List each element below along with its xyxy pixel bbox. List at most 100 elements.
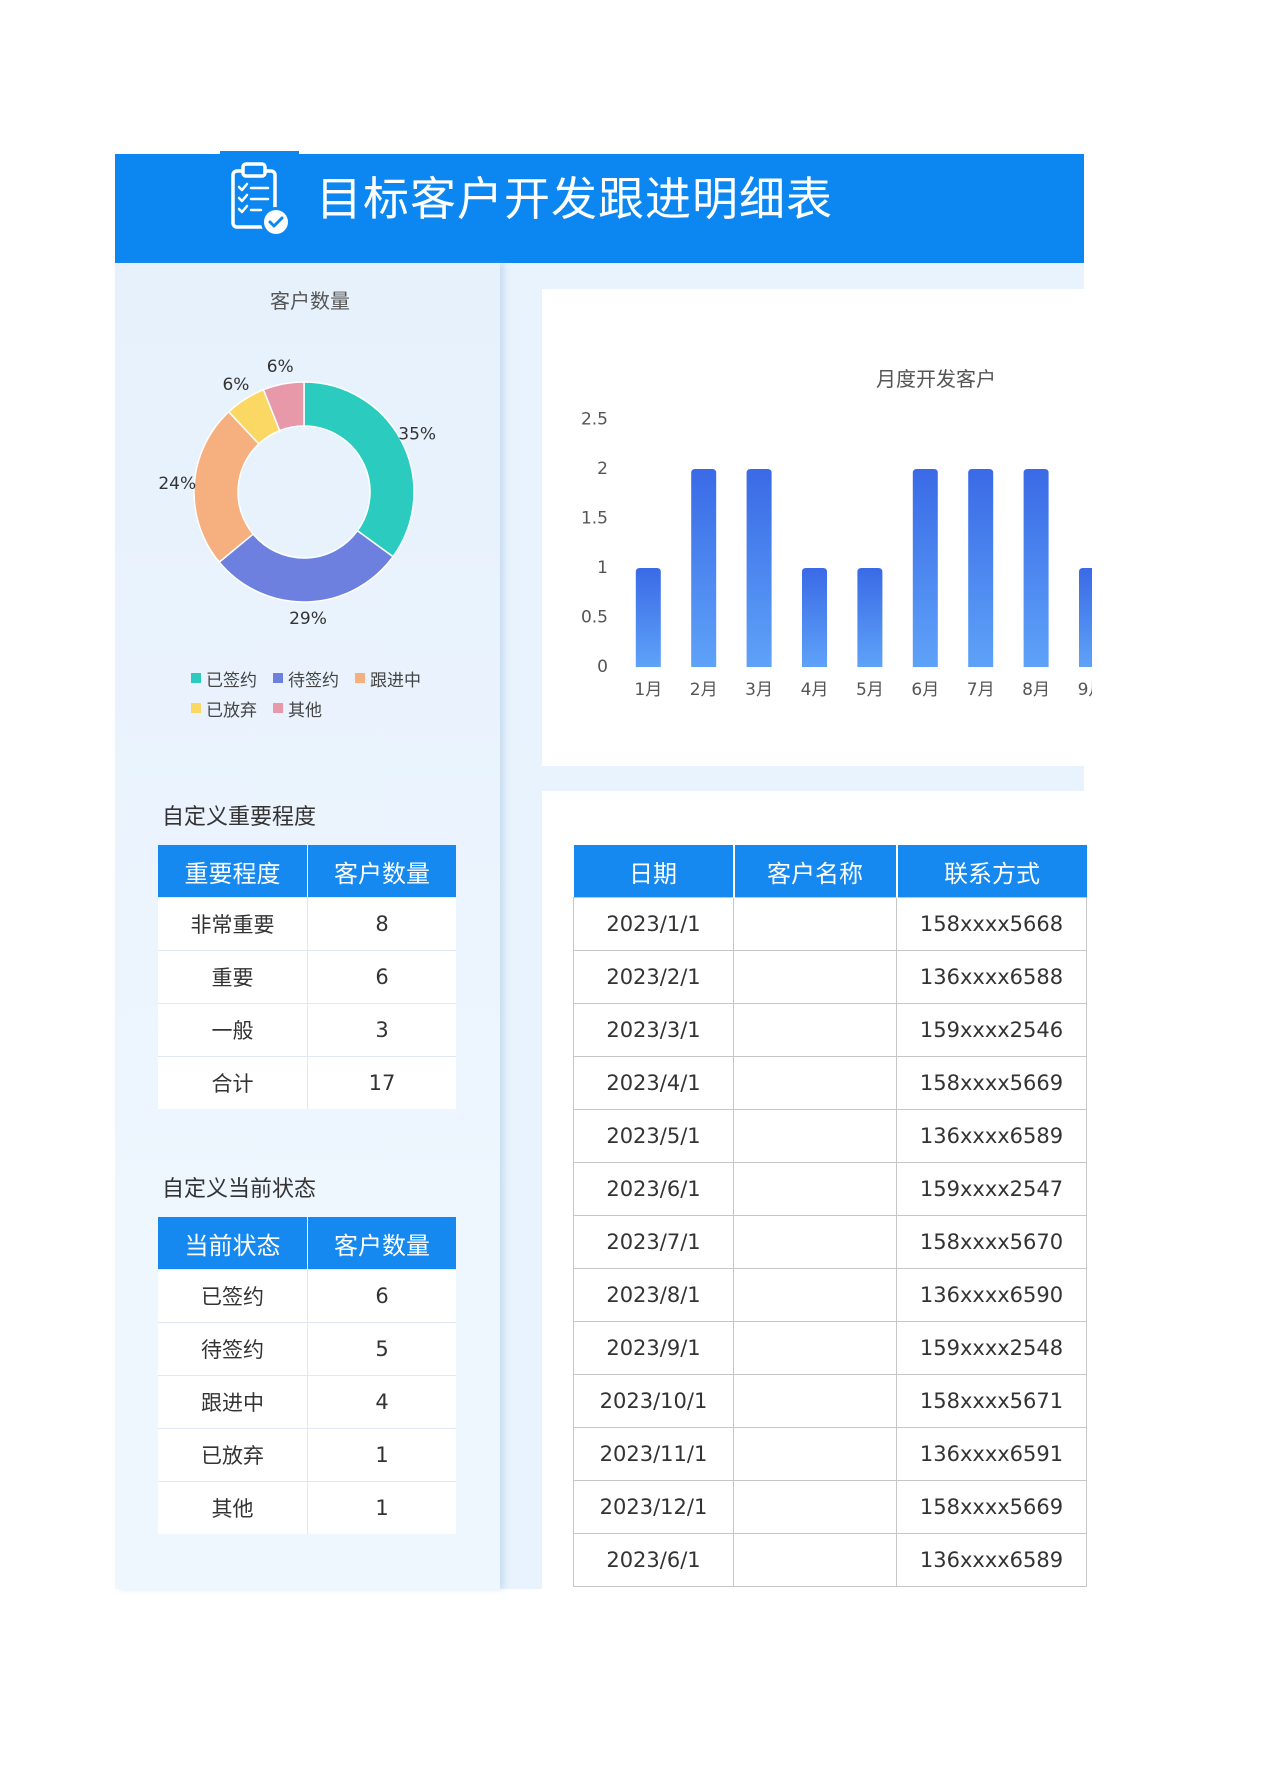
detail-cell[interactable]: 159xxxx2546 xyxy=(896,1003,1087,1057)
detail-cell[interactable]: 158xxxx5671 xyxy=(896,1374,1087,1428)
detail-cell[interactable] xyxy=(733,1215,897,1269)
status-cell[interactable]: 已放弃 xyxy=(158,1428,308,1482)
donut-data-label: 35% xyxy=(398,424,436,444)
table-row: 合计 17 xyxy=(158,1056,456,1109)
detail-table-card: 日期 客户名称 联系方式 2023/1/1 158xxxx5668 2023/2/1 136… xyxy=(542,791,1087,1589)
detail-cell[interactable]: 159xxxx2548 xyxy=(896,1321,1087,1375)
clipboard-check-icon xyxy=(228,160,294,238)
status-cell[interactable]: 1 xyxy=(307,1481,456,1534)
detail-cell[interactable]: 2023/1/1 xyxy=(573,897,734,951)
status-cell[interactable]: 待签约 xyxy=(158,1322,308,1376)
legend-label: 待签约 xyxy=(288,670,339,691)
legend-item: 已放弃 xyxy=(191,693,273,723)
legend-swatch xyxy=(355,673,365,683)
detail-cell[interactable]: 2023/6/1 xyxy=(573,1533,734,1587)
donut-data-label: 6% xyxy=(222,375,249,395)
detail-table: 日期 客户名称 联系方式 2023/1/1 158xxxx5668 2023/2/1 136… xyxy=(573,845,1087,1587)
detail-column-header: 日期 xyxy=(573,845,734,898)
importance-cell[interactable]: 合计 xyxy=(158,1056,308,1109)
donut-chart-title: 客户数量 xyxy=(270,289,350,313)
detail-cell[interactable] xyxy=(733,1480,897,1534)
table-row: 2023/12/1 158xxxx5669 xyxy=(573,1480,1087,1534)
detail-cell[interactable]: 2023/5/1 xyxy=(573,1109,734,1163)
y-tick-label: 1.5 xyxy=(581,509,608,529)
table-row: 2023/6/1 136xxxx6589 xyxy=(573,1533,1087,1587)
status-cell[interactable]: 4 xyxy=(307,1375,456,1429)
detail-cell[interactable]: 136xxxx6589 xyxy=(896,1109,1087,1163)
status-cell[interactable]: 跟进中 xyxy=(158,1375,308,1429)
page: 目标客户开发跟进明细表 35% 29% 24% 6% 6% 客户数量 已签约 待签约 跟进中… xyxy=(0,0,1267,1792)
detail-cell[interactable] xyxy=(733,1374,897,1428)
detail-cell[interactable]: 2023/4/1 xyxy=(573,1056,734,1110)
detail-cell[interactable] xyxy=(733,1109,897,1163)
detail-cell[interactable] xyxy=(733,1162,897,1216)
donut-legend: 已签约 待签约 跟进中 已放弃 其他 xyxy=(191,663,441,723)
detail-cell[interactable] xyxy=(733,1268,897,1322)
importance-column-header: 客户数量 xyxy=(307,845,456,898)
detail-cell[interactable]: 2023/3/1 xyxy=(573,1003,734,1057)
detail-cell[interactable]: 2023/11/1 xyxy=(573,1427,734,1481)
table-row: 2023/9/1 159xxxx2548 xyxy=(573,1321,1087,1375)
status-cell[interactable]: 已签约 xyxy=(158,1269,308,1323)
detail-cell[interactable]: 159xxxx2547 xyxy=(896,1162,1087,1216)
detail-cell[interactable]: 2023/12/1 xyxy=(573,1480,734,1534)
table-row: 一般 3 xyxy=(158,1003,456,1057)
importance-cell[interactable]: 一般 xyxy=(158,1003,308,1057)
header-bar: 目标客户开发跟进明细表 xyxy=(115,154,1084,263)
detail-cell[interactable]: 158xxxx5669 xyxy=(896,1056,1087,1110)
table-row: 已放弃 1 xyxy=(158,1428,456,1482)
detail-cell[interactable]: 2023/6/1 xyxy=(573,1162,734,1216)
x-tick-label: 4月 xyxy=(801,680,829,700)
importance-header-row: 重要程度 客户数量 xyxy=(158,845,456,898)
importance-cell[interactable]: 3 xyxy=(307,1003,456,1057)
bar-month-8 xyxy=(1023,469,1049,667)
importance-cell[interactable]: 重要 xyxy=(158,950,308,1004)
importance-cell[interactable]: 6 xyxy=(307,950,456,1004)
detail-cell[interactable]: 136xxxx6591 xyxy=(896,1427,1087,1481)
y-tick-label: 2 xyxy=(597,459,608,479)
detail-cell[interactable]: 158xxxx5670 xyxy=(896,1215,1087,1269)
status-cell[interactable]: 1 xyxy=(307,1428,456,1482)
detail-cell[interactable]: 136xxxx6589 xyxy=(896,1533,1087,1587)
importance-cell[interactable]: 17 xyxy=(307,1056,456,1109)
legend-label: 跟进中 xyxy=(370,670,421,691)
x-tick-label: 6月 xyxy=(911,680,939,700)
detail-cell[interactable] xyxy=(733,1003,897,1057)
detail-cell[interactable] xyxy=(733,950,897,1004)
detail-cell[interactable]: 2023/10/1 xyxy=(573,1374,734,1428)
detail-cell[interactable]: 158xxxx5669 xyxy=(896,1480,1087,1534)
status-cell[interactable]: 6 xyxy=(307,1269,456,1323)
status-column-header: 客户数量 xyxy=(307,1217,456,1270)
detail-cell[interactable]: 2023/7/1 xyxy=(573,1215,734,1269)
detail-cell[interactable] xyxy=(733,897,897,951)
status-cell[interactable]: 其他 xyxy=(158,1481,308,1534)
legend-swatch xyxy=(273,703,283,713)
detail-cell[interactable]: 136xxxx6590 xyxy=(896,1268,1087,1322)
detail-cell[interactable] xyxy=(733,1321,897,1375)
y-tick-label: 2.5 xyxy=(581,410,608,430)
page-title: 目标客户开发跟进明细表 xyxy=(316,172,833,226)
detail-cell[interactable]: 2023/8/1 xyxy=(573,1268,734,1322)
status-table: 当前状态 客户数量 已签约 6 待签约 5 跟进中 4 已放弃 1 其他 1 xyxy=(158,1217,456,1534)
importance-cell[interactable]: 8 xyxy=(307,897,456,951)
detail-cell[interactable]: 2023/2/1 xyxy=(573,950,734,1004)
detail-cell[interactable]: 158xxxx5668 xyxy=(896,897,1087,951)
status-header-row: 当前状态 客户数量 xyxy=(158,1217,456,1270)
legend-label: 已签约 xyxy=(206,670,257,691)
bar-month-3 xyxy=(746,469,772,667)
importance-table: 重要程度 客户数量 非常重要 8 重要 6 一般 3 合计 17 xyxy=(158,845,456,1109)
importance-cell[interactable]: 非常重要 xyxy=(158,897,308,951)
left-panel: 35% 29% 24% 6% 6% 客户数量 已签约 待签约 跟进中 已放弃 其他 自定义重要程… xyxy=(115,263,500,1589)
y-tick-label: 0.5 xyxy=(581,608,608,628)
detail-cell[interactable] xyxy=(733,1533,897,1587)
bar-chart-card: 0 0.5 1 1.5 2 2.5 1月 2月 3月 4月 5月 6月 7月 8月 9月 月度开发客户 xyxy=(542,289,1092,766)
table-row: 2023/10/1 158xxxx5671 xyxy=(573,1374,1087,1428)
donut-data-label: 29% xyxy=(289,609,327,629)
table-row: 待签约 5 xyxy=(158,1322,456,1376)
status-cell[interactable]: 5 xyxy=(307,1322,456,1376)
detail-cell[interactable]: 136xxxx6588 xyxy=(896,950,1087,1004)
table-row: 2023/5/1 136xxxx6589 xyxy=(573,1109,1087,1163)
detail-cell[interactable]: 2023/9/1 xyxy=(573,1321,734,1375)
detail-cell[interactable] xyxy=(733,1056,897,1110)
detail-cell[interactable] xyxy=(733,1427,897,1481)
